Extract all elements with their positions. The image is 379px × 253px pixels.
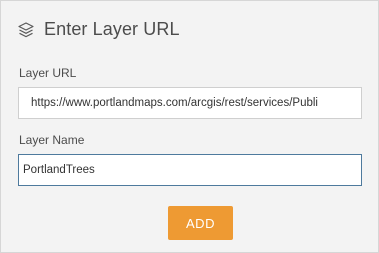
layer-url-input[interactable] <box>18 87 362 119</box>
layer-name-label: Layer Name <box>19 133 85 147</box>
add-layer-panel: Enter Layer URL Layer URL Layer Name ADD <box>0 0 379 253</box>
panel-title: Enter Layer URL <box>44 19 180 39</box>
add-button[interactable]: ADD <box>168 206 233 240</box>
layer-name-input[interactable] <box>18 154 362 186</box>
layers-icon <box>18 21 34 37</box>
panel-header: Enter Layer URL <box>17 19 180 40</box>
layer-url-label: Layer URL <box>19 66 77 80</box>
